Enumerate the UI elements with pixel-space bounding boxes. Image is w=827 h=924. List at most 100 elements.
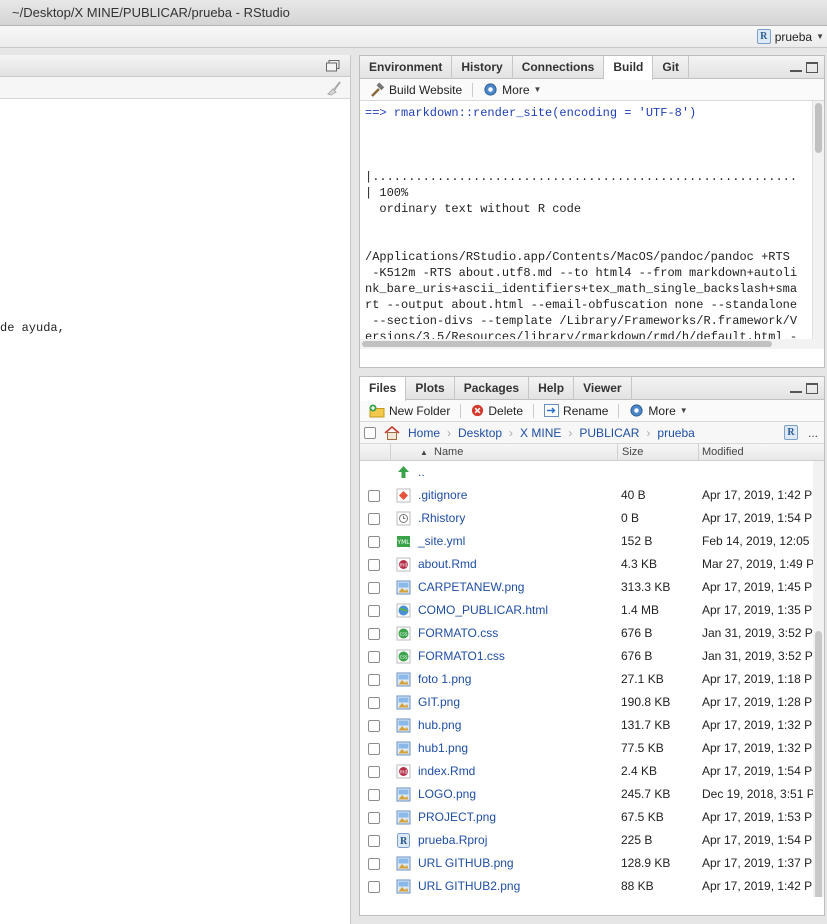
build-vertical-scrollbar[interactable] — [812, 101, 824, 349]
tab-environment[interactable]: Environment — [360, 56, 453, 79]
file-name[interactable]: LOGO.png — [418, 787, 476, 801]
file-row-index-rmd[interactable]: md index.Rmd 2.4 KB Apr 17, 2019, 1:54 PM — [360, 760, 824, 783]
file-name[interactable]: FORMATO1.css — [418, 649, 505, 663]
file-checkbox[interactable] — [368, 536, 380, 548]
build-horizontal-scrollbar[interactable] — [360, 339, 814, 349]
tab-history[interactable]: History — [452, 56, 513, 79]
file-checkbox[interactable] — [368, 858, 380, 870]
file-name[interactable]: about.Rmd — [418, 557, 477, 571]
tab-connections[interactable]: Connections — [513, 56, 605, 79]
file-size: 225 B — [621, 833, 653, 847]
delete-button[interactable]: Delete — [468, 404, 526, 418]
file-name[interactable]: .Rhistory — [418, 511, 465, 525]
tab-viewer[interactable]: Viewer — [574, 377, 632, 400]
rename-button[interactable]: Rename — [541, 404, 611, 418]
files-more-button[interactable]: More ▼ — [626, 403, 690, 418]
file-row-hub-png[interactable]: hub.png 131.7 KB Apr 17, 2019, 1:32 PM — [360, 714, 824, 737]
file-name[interactable]: hub1.png — [418, 741, 468, 755]
select-all-checkbox[interactable] — [364, 426, 376, 439]
tab-files[interactable]: Files — [360, 377, 407, 401]
file-name[interactable]: index.Rmd — [418, 764, 475, 778]
tab-plots[interactable]: Plots — [406, 377, 455, 400]
file-row-formato1-css[interactable]: css FORMATO1.css 676 B Jan 31, 2019, 3:52 P… — [360, 645, 824, 668]
file-name[interactable]: PROJECT.png — [418, 810, 496, 824]
file-row-gitignore[interactable]: .gitignore 40 B Apr 17, 2019, 1:42 PM — [360, 484, 824, 507]
file-row-prueba-rproj[interactable]: Rprueba.Rproj 225 B Apr 17, 2019, 1:54 PM — [360, 829, 824, 852]
file-row-git-png[interactable]: GIT.png 190.8 KB Apr 17, 2019, 1:28 PM — [360, 691, 824, 714]
minimize-icon[interactable] — [790, 383, 802, 393]
breadcrumb-home[interactable]: Home — [408, 426, 440, 440]
image-icon — [396, 695, 411, 710]
build-website-button[interactable]: Build Website — [366, 81, 465, 98]
go-to-project-icon[interactable]: R — [784, 425, 798, 440]
file-checkbox[interactable] — [368, 720, 380, 732]
file-name[interactable]: prueba.Rproj — [418, 833, 487, 847]
file-row-formato-css[interactable]: css FORMATO.css 676 B Jan 31, 2019, 3:52 PM — [360, 622, 824, 645]
files-vertical-scrollbar[interactable] — [813, 461, 824, 897]
file-row-url-github2-png[interactable]: URL GITHUB2.png 88 KB Apr 17, 2019, 1:42 P… — [360, 875, 824, 897]
file-row-logo-png[interactable]: LOGO.png 245.7 KB Dec 19, 2018, 3:51 PM — [360, 783, 824, 806]
breadcrumb-x-mine[interactable]: X MINE — [520, 426, 561, 440]
file-checkbox[interactable] — [368, 582, 380, 594]
maximize-icon[interactable] — [806, 383, 818, 394]
restore-pane-icon[interactable] — [326, 60, 340, 72]
file-checkbox[interactable] — [368, 743, 380, 755]
file-checkbox[interactable] — [368, 697, 380, 709]
file-name[interactable]: .gitignore — [418, 488, 467, 502]
file-name[interactable]: FORMATO.css — [418, 626, 498, 640]
file-row-about-rmd[interactable]: md about.Rmd 4.3 KB Mar 27, 2019, 1:49 PM — [360, 553, 824, 576]
file-checkbox[interactable] — [368, 789, 380, 801]
file-checkbox[interactable] — [368, 559, 380, 571]
breadcrumb-desktop[interactable]: Desktop — [458, 426, 502, 440]
column-modified[interactable]: Modified — [702, 446, 744, 458]
breadcrumb-prueba[interactable]: prueba — [657, 426, 694, 440]
file-row-carpetanew-png[interactable]: CARPETANEW.png 313.3 KB Apr 17, 2019, 1:45… — [360, 576, 824, 599]
file-checkbox[interactable] — [368, 605, 380, 617]
column-size[interactable]: Size — [622, 446, 643, 458]
file-modified: Jan 31, 2019, 3:52 PM — [702, 626, 814, 640]
file-checkbox[interactable] — [368, 881, 380, 893]
tab-git[interactable]: Git — [653, 56, 690, 79]
file-name[interactable]: GIT.png — [418, 695, 460, 709]
file-row-hub1-png[interactable]: hub1.png 77.5 KB Apr 17, 2019, 1:32 PM — [360, 737, 824, 760]
file-checkbox[interactable] — [368, 490, 380, 502]
file-row-url-github-png[interactable]: URL GITHUB.png 128.9 KB Apr 17, 2019, 1:37… — [360, 852, 824, 875]
file-name[interactable]: URL GITHUB.png — [418, 856, 514, 870]
maximize-icon[interactable] — [806, 62, 818, 73]
parent-directory-link[interactable]: .. — [418, 465, 425, 479]
file-name[interactable]: CARPETANEW.png — [418, 580, 524, 594]
file-row-site-yml[interactable]: YML _site.yml 152 B Feb 14, 2019, 12:05 PM — [360, 530, 824, 553]
file-checkbox[interactable] — [368, 628, 380, 640]
build-output-text: ==> rmarkdown::render_site(encoding = 'U… — [365, 105, 797, 349]
file-name[interactable]: COMO_PUBLICAR.html — [418, 603, 548, 617]
file-checkbox[interactable] — [368, 766, 380, 778]
file-checkbox[interactable] — [368, 674, 380, 686]
column-name[interactable]: Name — [434, 446, 463, 458]
file-checkbox[interactable] — [368, 835, 380, 847]
file-row-como-publicar-html[interactable]: COMO_PUBLICAR.html 1.4 MB Apr 17, 2019, 1:… — [360, 599, 824, 622]
file-checkbox[interactable] — [368, 812, 380, 824]
file-name[interactable]: foto 1.png — [418, 672, 471, 686]
file-row-project-png[interactable]: PROJECT.png 67.5 KB Apr 17, 2019, 1:53 PM — [360, 806, 824, 829]
project-menu[interactable]: R prueba ▼ — [756, 29, 824, 44]
minimize-icon[interactable] — [790, 62, 802, 72]
tab-packages[interactable]: Packages — [455, 377, 530, 400]
build-more-button[interactable]: More ▼ — [480, 82, 544, 97]
file-name[interactable]: _site.yml — [418, 534, 465, 548]
tab-build[interactable]: Build — [604, 56, 654, 80]
parent-directory-row[interactable]: .. — [360, 461, 824, 484]
broom-icon[interactable] — [326, 80, 342, 96]
breadcrumb-publicar[interactable]: PUBLICAR — [579, 426, 639, 440]
file-row-foto-1-png[interactable]: foto 1.png 27.1 KB Apr 17, 2019, 1:18 PM — [360, 668, 824, 691]
file-row-rhistory[interactable]: .Rhistory 0 B Apr 17, 2019, 1:54 PM — [360, 507, 824, 530]
new-folder-button[interactable]: New Folder — [366, 404, 453, 418]
css-icon: css — [396, 649, 411, 664]
file-name[interactable]: hub.png — [418, 718, 461, 732]
breadcrumb-more[interactable]: ... — [808, 426, 818, 440]
tab-help[interactable]: Help — [529, 377, 575, 400]
file-size: 77.5 KB — [621, 741, 664, 755]
file-checkbox[interactable] — [368, 513, 380, 525]
home-icon[interactable] — [384, 425, 400, 440]
file-checkbox[interactable] — [368, 651, 380, 663]
file-name[interactable]: URL GITHUB2.png — [418, 879, 520, 893]
